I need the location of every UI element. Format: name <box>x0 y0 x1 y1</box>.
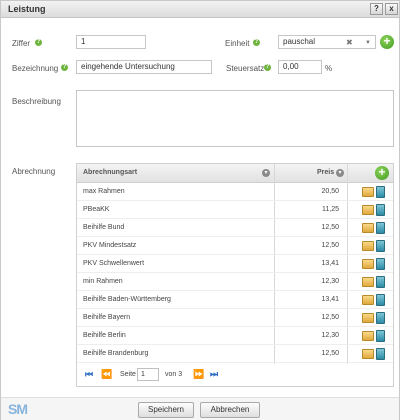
beschreibung-label: Beschreibung <box>12 97 61 106</box>
ziffer-label: Ziffer <box>12 39 31 48</box>
clear-icon[interactable]: ✖ <box>346 37 353 49</box>
table-row[interactable]: Beihilfe Baden-Württemberg 13,41 <box>77 291 393 309</box>
col-header-preis[interactable]: Preis <box>317 169 334 176</box>
page-total: von 3 <box>165 371 183 378</box>
chevron-down-icon[interactable]: ▼ <box>365 37 371 49</box>
add-einheit-button[interactable]: + <box>380 35 394 49</box>
folder-icon[interactable] <box>362 313 374 323</box>
einheit-label: Einheit <box>225 39 250 48</box>
folder-icon[interactable] <box>362 277 374 287</box>
sort-icon[interactable]: ▾ <box>336 169 344 177</box>
folder-icon[interactable] <box>362 241 374 251</box>
folder-icon[interactable] <box>362 331 374 341</box>
folder-icon[interactable] <box>362 223 374 233</box>
prev-page-icon[interactable]: ⏪ <box>101 369 112 380</box>
table-row[interactable]: Beihilfe Brandenburg 12,50 <box>77 345 393 363</box>
cell-preis: 12,50 <box>321 314 339 321</box>
folder-icon[interactable] <box>362 205 374 215</box>
add-row-button[interactable]: + <box>375 166 389 180</box>
grid-header: Abrechnungsart ▾ Preis ▾ + <box>77 164 393 183</box>
cell-preis: 13,41 <box>321 260 339 267</box>
cell-abrechnungsart: Beihilfe Bund <box>83 224 125 231</box>
cell-abrechnungsart: PKV Mindestsatz <box>83 242 137 249</box>
cell-abrechnungsart: Beihilfe Bayern <box>83 314 131 321</box>
cell-preis: 12,30 <box>321 332 339 339</box>
first-page-icon[interactable]: ⏮ <box>85 369 93 380</box>
dialog-title: Leistung <box>8 4 46 14</box>
steuersatz-unit: % <box>325 64 333 73</box>
table-row[interactable]: max Rahmen 20,50 <box>77 183 393 201</box>
close-button[interactable]: x <box>385 3 398 15</box>
cell-preis: 11,25 <box>322 206 339 213</box>
abrechnung-label: Abrechnung <box>12 167 56 176</box>
page-input[interactable]: 1 <box>137 368 159 381</box>
cell-abrechnungsart: Beihilfe Baden-Württemberg <box>83 296 171 303</box>
steuersatz-label: Steuersatz <box>226 64 265 73</box>
cell-abrechnungsart: max Rahmen <box>83 188 125 195</box>
cell-abrechnungsart: PBeaKK <box>83 206 110 213</box>
folder-icon[interactable] <box>362 349 374 359</box>
steuersatz-input[interactable]: 0,00 <box>278 60 322 74</box>
cell-preis: 12,30 <box>321 278 339 285</box>
cell-preis: 20,50 <box>321 188 339 195</box>
einheit-value: pauschal <box>283 37 316 46</box>
cell-preis: 12,50 <box>321 350 339 357</box>
next-page-icon[interactable]: ⏩ <box>193 369 204 380</box>
trash-icon[interactable] <box>376 204 385 216</box>
table-row[interactable]: PKV Mindestsatz 12,50 <box>77 237 393 255</box>
cell-preis: 13,41 <box>321 296 339 303</box>
steuersatz-help-icon[interactable]: ? <box>264 64 271 71</box>
last-page-icon[interactable]: ⏭ <box>210 369 218 380</box>
seite-label: Seite <box>120 371 136 378</box>
trash-icon[interactable] <box>376 276 385 288</box>
table-row[interactable]: Beihilfe Berlin 12,30 <box>77 327 393 345</box>
trash-icon[interactable] <box>376 348 385 360</box>
beschreibung-textarea[interactable] <box>76 90 394 147</box>
ziffer-input[interactable]: 1 <box>76 35 146 49</box>
cell-preis: 12,50 <box>321 242 339 249</box>
cell-abrechnungsart: PKV Schwellenwert <box>83 260 145 267</box>
table-row[interactable]: PKV Schwellenwert 13,41 <box>77 255 393 273</box>
pager: ⏮ ⏪ Seite 1 von 3 ⏩ ⏭ <box>77 364 393 386</box>
cell-abrechnungsart: min Rahmen <box>83 278 123 285</box>
bezeichnung-input[interactable]: eingehende Untersuchung <box>76 60 212 74</box>
dialog-footer: SM Speichern Abbrechen <box>1 397 399 420</box>
cell-abrechnungsart: Beihilfe Berlin <box>83 332 126 339</box>
table-row[interactable]: Beihilfe Bund 12,50 <box>77 219 393 237</box>
trash-icon[interactable] <box>376 330 385 342</box>
table-row[interactable]: PBeaKK 11,25 <box>77 201 393 219</box>
table-row[interactable]: Beihilfe Bayern 12,50 <box>77 309 393 327</box>
folder-icon[interactable] <box>362 295 374 305</box>
bezeichnung-help-icon[interactable]: ? <box>61 64 68 71</box>
trash-icon[interactable] <box>376 186 385 198</box>
trash-icon[interactable] <box>376 222 385 234</box>
col-header-abrechnungsart[interactable]: Abrechnungsart <box>83 169 137 176</box>
help-button[interactable]: ? <box>370 3 383 15</box>
ziffer-help-icon[interactable]: ? <box>35 39 42 46</box>
abbrechen-button[interactable]: Abbrechen <box>200 402 260 418</box>
trash-icon[interactable] <box>376 258 385 270</box>
abrechnung-grid: Abrechnungsart ▾ Preis ▾ + max Rahmen 20,… <box>76 163 394 387</box>
cell-abrechnungsart: Beihilfe Brandenburg <box>83 350 149 357</box>
table-row[interactable]: min Rahmen 12,30 <box>77 273 393 291</box>
sm-logo: SM <box>8 401 28 417</box>
trash-icon[interactable] <box>376 294 385 306</box>
sort-icon[interactable]: ▾ <box>262 169 270 177</box>
trash-icon[interactable] <box>376 312 385 324</box>
title-bar[interactable]: Leistung ? x <box>1 1 399 18</box>
folder-icon[interactable] <box>362 187 374 197</box>
cell-preis: 12,50 <box>321 224 339 231</box>
einheit-help-icon[interactable]: ? <box>253 39 260 46</box>
bezeichnung-label: Bezeichnung <box>12 64 59 73</box>
trash-icon[interactable] <box>376 240 385 252</box>
leistung-dialog: Leistung ? x Ziffer ? 1 Einheit ? pausch… <box>0 0 400 420</box>
speichern-button[interactable]: Speichern <box>138 402 194 418</box>
einheit-select[interactable]: pauschal ✖ ▼ <box>278 35 376 49</box>
folder-icon[interactable] <box>362 259 374 269</box>
